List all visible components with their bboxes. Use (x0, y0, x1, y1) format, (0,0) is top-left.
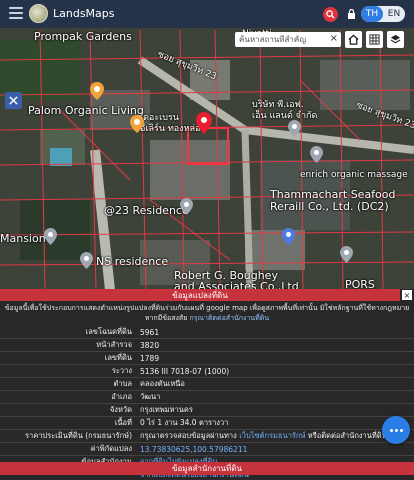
price-value: กรุณาตรวจสอบข้อมูลผ่านทาง เว็บไซต์กรมธนา… (136, 429, 414, 443)
parcel-info-table: เลขโฉนดที่ดิน 5961 หน้าสำรวจ 3820 เลขที่ดิน 1… (0, 326, 414, 480)
coord-row: ค่าพิกัดแปลง 13.73830625,100.57986211 (0, 442, 414, 456)
price-row: ราคาประเมินที่ดิน (กรมธนารักษ์) กรุณาตรว… (0, 429, 414, 443)
map-label-residence23: @23 Residence (104, 204, 189, 217)
info-row-value: 5136 III 7018-07 (1000) (136, 364, 414, 378)
lang-th-option[interactable]: TH (361, 6, 383, 22)
coord-value-link[interactable]: 13.73830625,100.57986211 (136, 442, 414, 456)
info-row-label: หน้าสำรวจ (0, 338, 136, 352)
info-row-value: คลองตันเหนือ (136, 377, 414, 391)
search-icon[interactable] (323, 7, 338, 22)
info-row-label: เนื้อที่ (0, 416, 136, 430)
close-panel-icon[interactable]: × (402, 290, 412, 300)
land-office-info-bar[interactable]: ข้อมูลสำนักงานที่ดิน (0, 462, 414, 475)
gray-place-marker-icon-4[interactable] (80, 252, 93, 269)
price-text-post: หรือติดต่อสำนักงานที่ดิน (305, 431, 387, 440)
info-row: เลขโฉนดที่ดิน 5961 (0, 326, 414, 339)
map-label-palom: Palom Organic Living (28, 104, 144, 117)
info-row: จังหวัด กรุงเทพมหานคร (0, 403, 414, 417)
info-row: ตำบล คลองตันเหนือ (0, 377, 414, 391)
info-row-label: จังหวัด (0, 403, 136, 417)
clear-search-icon[interactable]: × (330, 33, 338, 44)
top-app-bar: LandsMaps TH EN (0, 0, 414, 28)
treasury-website-link[interactable]: เว็บไซต์กรมธนารักษ์ (239, 431, 305, 440)
map-label-thai-brain: เดอะเบรน อีเลิร์น ทองหล่อ (140, 113, 201, 134)
hamburger-menu-icon[interactable] (9, 7, 23, 21)
map-label-mansion: Mansion (0, 232, 46, 245)
info-row-label: ตำบล (0, 377, 136, 391)
map-label-organic: enrich organic massage (300, 170, 408, 180)
info-row-value: 0 ไร่ 1 งาน 34.0 ตารางวา (136, 416, 414, 430)
info-row: เลขที่ดิน 1789 (0, 351, 414, 365)
info-row: เนื้อที่ 0 ไร่ 1 งาน 34.0 ตารางวา (0, 416, 414, 430)
info-row-value: 5961 (136, 326, 414, 339)
orange-place-marker-icon-2[interactable] (130, 115, 144, 133)
parcel-info-panel: ข้อมูลแปลงที่ดิน × ข้อมูลนี้เพื่อใช้ประก… (0, 289, 414, 480)
gray-place-marker-icon[interactable] (288, 120, 301, 137)
gray-place-marker-icon-6[interactable] (340, 246, 353, 263)
price-text-pre: กรุณาตรวจสอบข้อมูลผ่านทาง (140, 431, 240, 440)
grid-layer-icon[interactable] (366, 31, 383, 48)
coord-label: ค่าพิกัดแปลง (0, 442, 136, 456)
info-row-label: เลขโฉนดที่ดิน (0, 326, 136, 339)
price-label: ราคาประเมินที่ดิน (กรมธนารักษ์) (0, 429, 136, 443)
gray-place-marker-icon-2[interactable] (180, 198, 193, 215)
info-row-label: ระวาง (0, 364, 136, 378)
layers-icon[interactable] (387, 31, 404, 48)
lang-en-option[interactable]: EN (383, 6, 405, 22)
app-title: LandsMaps (53, 7, 115, 20)
gray-place-marker-icon-3[interactable] (44, 228, 57, 245)
landmark-search-input[interactable] (239, 35, 323, 44)
info-row-value: วัฒนา (136, 390, 414, 404)
selected-parcel-pin-icon[interactable] (196, 112, 212, 134)
info-row: ระวาง 5136 III 7018-07 (1000) (0, 364, 414, 378)
info-row-value: 1789 (136, 351, 414, 365)
info-row-label: เลขที่ดิน (0, 351, 136, 365)
blue-shop-marker-icon[interactable] (282, 228, 295, 245)
info-row: หน้าสำรวจ 3820 (0, 338, 414, 352)
home-icon[interactable] (345, 31, 362, 48)
landmark-search-box: × (235, 32, 341, 47)
lock-icon[interactable] (347, 9, 356, 19)
gray-place-marker-icon-5[interactable] (310, 146, 323, 163)
info-row: อำเภอ วัฒนา (0, 390, 414, 404)
info-row-value: 3820 (136, 338, 414, 352)
measure-tools-icon[interactable] (5, 92, 22, 109)
map-label-thai-pf: บริษัท พี.เอฟ. เอ็น แลนด์ จำกัด (252, 100, 318, 121)
more-options-icon[interactable] (382, 416, 410, 444)
map-label-thammachart-2: Reraill Co., Ltd. (DC2) (270, 200, 389, 213)
orange-place-marker-icon[interactable] (90, 82, 104, 100)
landsmaps-logo (29, 4, 48, 23)
disclaimer-notice: ข้อมูลนี้เพื่อใช้ประกอบการแสดงตำแหน่งรูป… (2, 303, 412, 323)
panel-title: ข้อมูลแปลงที่ดิน (0, 289, 400, 301)
map-label-prompak: Prompak Gardens (34, 30, 132, 43)
language-toggle[interactable]: TH EN (361, 6, 405, 22)
info-row-label: อำเภอ (0, 390, 136, 404)
info-row-value: กรุงเทพมหานคร (136, 403, 414, 417)
map-label-ns: NS residence (96, 255, 169, 268)
contact-land-office-link[interactable]: กรุณาติดต่อสำนักงานที่ดิน (190, 314, 270, 322)
